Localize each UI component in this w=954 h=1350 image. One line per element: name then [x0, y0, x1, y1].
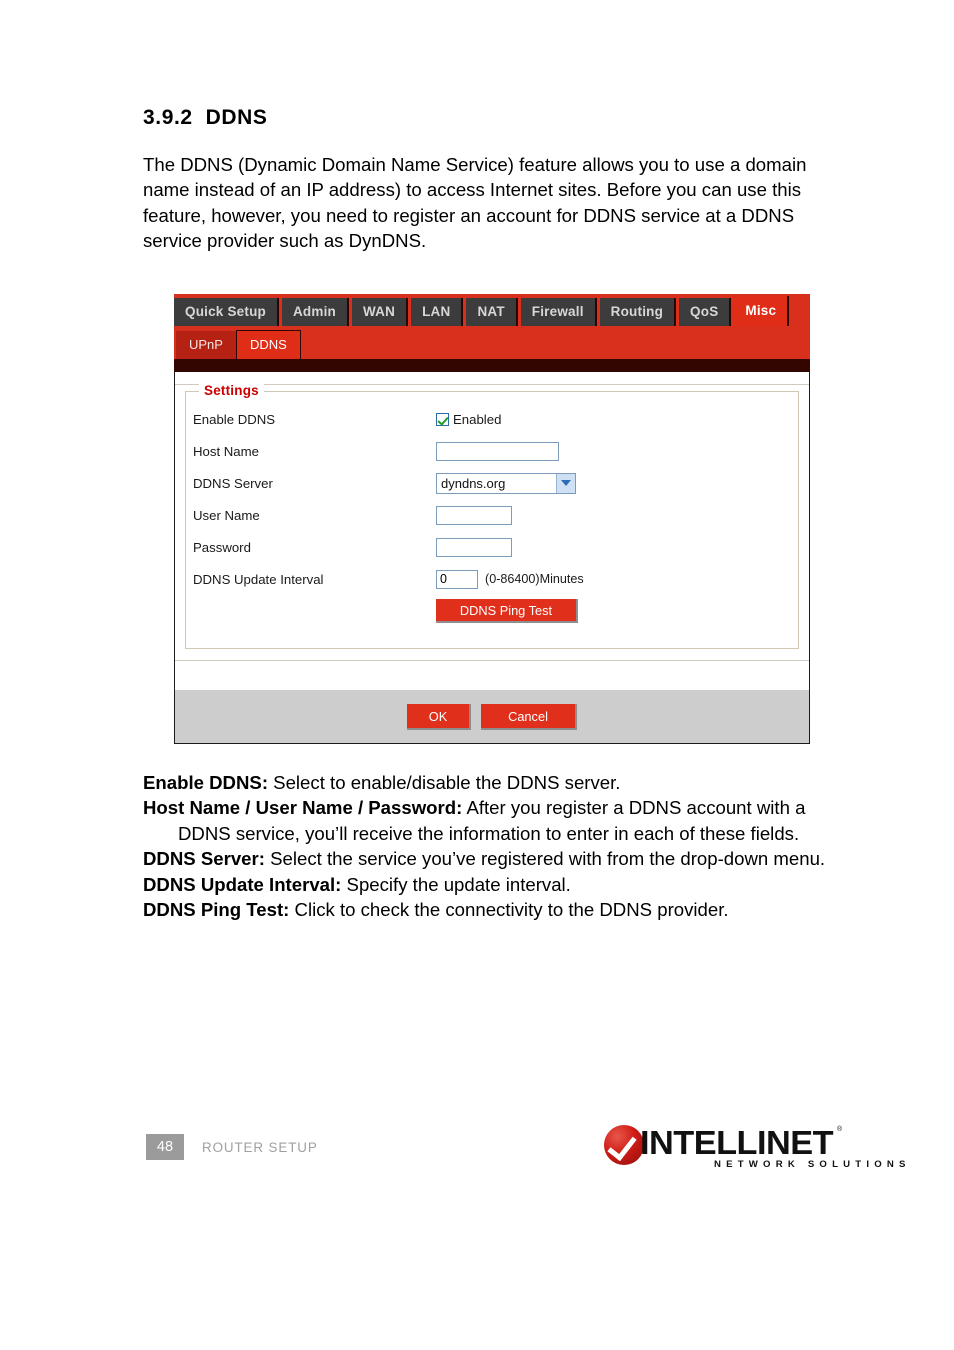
- tab-routing[interactable]: Routing: [599, 298, 677, 326]
- tab-firewall[interactable]: Firewall: [520, 298, 597, 326]
- page-title: 3.9.2 DDNS: [143, 106, 268, 129]
- settings-form: Enable DDNS Enabled Host Name DDNS Serve…: [193, 403, 793, 627]
- host-name-input[interactable]: [436, 441, 559, 461]
- dialog-action-bar: OK Cancel: [174, 690, 810, 744]
- label-ddns-server: DDNS Server: [193, 475, 273, 491]
- panel-divider-bottom: [175, 660, 809, 661]
- row-ping-test: DDNS Ping Test: [193, 595, 793, 627]
- update-interval-input[interactable]: [436, 569, 478, 589]
- tab-misc[interactable]: Misc: [734, 296, 790, 326]
- label-password: Password: [193, 539, 251, 555]
- checkmark-badge-icon: [604, 1125, 644, 1165]
- row-ddns-server: DDNS Server dyndns.org: [193, 467, 793, 499]
- page-number-badge: 48: [146, 1134, 184, 1160]
- definition-update-interval: DDNS Update Interval: Specify the update…: [143, 872, 855, 897]
- definition-term: DDNS Update Interval:: [143, 873, 342, 895]
- row-enable-ddns: Enable DDNS Enabled: [193, 403, 793, 435]
- definition-text: Select to enable/disable the DDNS server…: [268, 772, 621, 793]
- enable-ddns-checkbox-wrap[interactable]: Enabled: [436, 412, 501, 427]
- row-password: Password: [193, 531, 793, 563]
- settings-panel: Settings Enable DDNS Enabled Host Name D…: [174, 372, 810, 690]
- sub-tab-bar: UPnP DDNS: [174, 326, 810, 359]
- footer-section-label: ROUTER SETUP: [202, 1140, 318, 1155]
- tab-nat[interactable]: NAT: [466, 298, 518, 326]
- definition-term: Enable DDNS:: [143, 772, 269, 793]
- settings-legend: Settings: [199, 383, 264, 398]
- definition-ddns-server: DDNS Server: Select the service you’ve r…: [143, 846, 855, 871]
- definition-text: Select the service you’ve registered wit…: [264, 848, 826, 870]
- update-interval-hint: (0-86400)Minutes: [485, 572, 584, 586]
- ddns-ping-test-button[interactable]: DDNS Ping Test: [436, 599, 578, 623]
- intro-paragraph: The DDNS (Dynamic Domain Name Service) f…: [143, 154, 807, 252]
- label-user-name: User Name: [193, 507, 260, 523]
- settings-fieldset: Settings Enable DDNS Enabled Host Name D…: [185, 383, 799, 649]
- panel-divider-top: [175, 384, 809, 385]
- row-user-name: User Name: [193, 499, 793, 531]
- registered-trademark-icon: ®: [837, 1126, 843, 1133]
- ok-button[interactable]: OK: [407, 703, 471, 730]
- tab-admin[interactable]: Admin: [281, 298, 349, 326]
- user-name-input[interactable]: [436, 505, 512, 525]
- password-input[interactable]: [436, 537, 512, 557]
- logo-wordmark: INTELLINET: [640, 1124, 834, 1161]
- tab-lan[interactable]: LAN: [411, 298, 464, 326]
- tab-qos[interactable]: QoS: [679, 298, 732, 326]
- label-update-interval: DDNS Update Interval: [193, 571, 324, 587]
- definition-ping-test: DDNS Ping Test: Click to check the conne…: [143, 897, 855, 922]
- label-enable-ddns: Enable DDNS: [193, 411, 276, 427]
- definition-list: Enable DDNS: Select to enable/disable th…: [143, 770, 855, 922]
- page: 3.9.2 DDNS The DDNS (Dynamic Domain Name…: [0, 0, 954, 1350]
- row-update-interval: DDNS Update Interval (0-86400)Minutes: [193, 563, 793, 595]
- tab-wan[interactable]: WAN: [351, 298, 409, 326]
- ddns-server-selected-value: dyndns.org: [441, 475, 506, 491]
- tab-separator-band: [174, 359, 810, 372]
- row-host-name: Host Name: [193, 435, 793, 467]
- checkbox-checked-icon[interactable]: [436, 412, 449, 426]
- subtab-ddns[interactable]: DDNS: [235, 330, 301, 359]
- router-ui-screenshot: Quick Setup Admin WAN LAN NAT Firewall R…: [174, 294, 810, 760]
- chevron-down-icon[interactable]: [556, 473, 575, 493]
- label-host-name: Host Name: [193, 443, 259, 459]
- definition-term: Host Name / User Name / Password:: [143, 797, 463, 819]
- definition-term: DDNS Server:: [143, 848, 265, 870]
- cancel-button[interactable]: Cancel: [481, 703, 577, 730]
- subtab-upnp[interactable]: UPnP: [176, 331, 236, 359]
- definition-term: DDNS Ping Test:: [143, 899, 290, 921]
- tab-quick-setup[interactable]: Quick Setup: [174, 298, 279, 326]
- definition-text: Specify the update interval.: [341, 873, 571, 895]
- main-tab-bar: Quick Setup Admin WAN LAN NAT Firewall R…: [174, 294, 810, 326]
- definition-enable-ddns: Enable DDNS: Select to enable/disable th…: [143, 770, 855, 795]
- definition-host-user-password: Host Name / User Name / Password: After …: [143, 795, 855, 846]
- definition-text: Click to check the connectivity to the D…: [289, 899, 729, 921]
- intellinet-logo: INTELLINET ® NETWORK SOLUTIONS: [604, 1122, 905, 1178]
- ddns-server-select[interactable]: dyndns.org: [436, 472, 576, 494]
- logo-tagline: NETWORK SOLUTIONS: [714, 1159, 911, 1170]
- enable-ddns-checkbox-label: Enabled: [453, 411, 502, 427]
